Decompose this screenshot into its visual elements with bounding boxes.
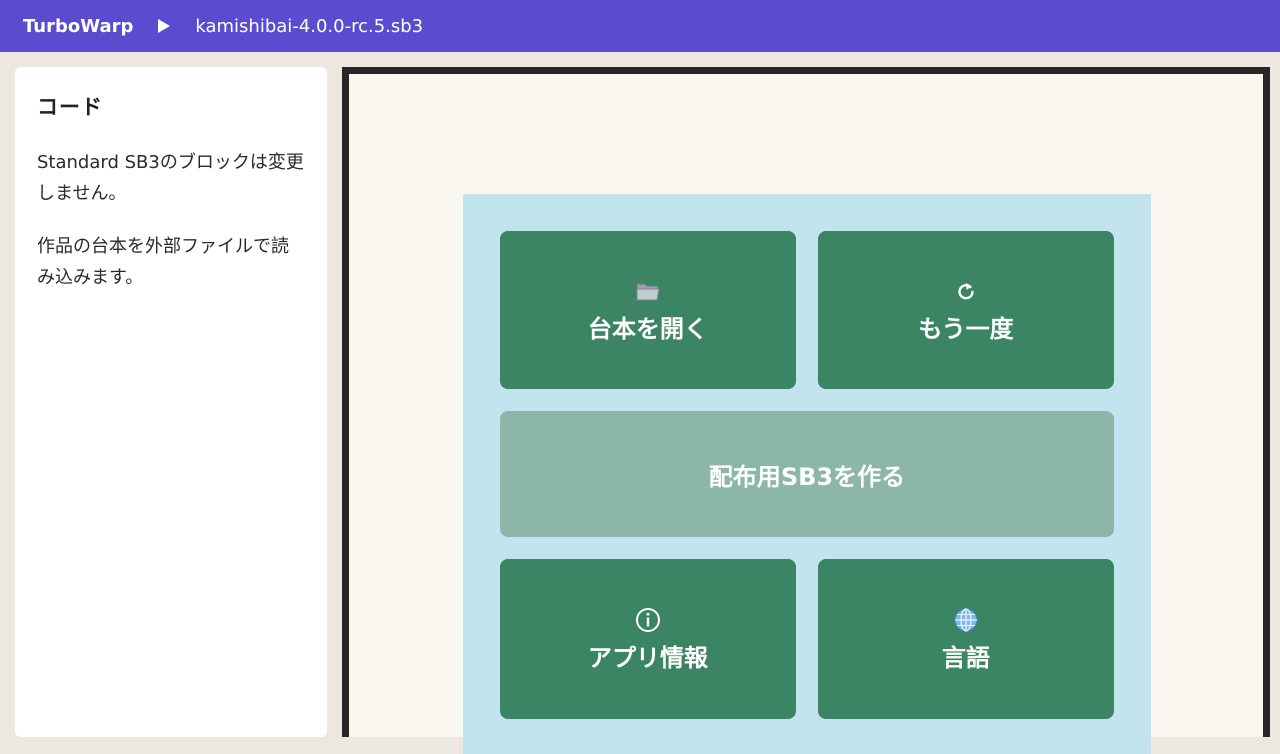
code-sidebar: コード Standard SB3のブロックは変更しません。 作品の台本を外部ファ… xyxy=(15,67,327,737)
retry-label: もう一度 xyxy=(918,314,1014,343)
open-script-button[interactable]: 台本を開く xyxy=(500,231,796,389)
sidebar-title: コード xyxy=(37,95,103,119)
open-script-label: 台本を開く xyxy=(588,314,708,343)
sidebar-paragraph-2: 作品の台本を外部ファイルで読み込みます。 xyxy=(37,236,289,288)
brand-title[interactable]: TurboWarp xyxy=(23,16,133,37)
project-filename: kamishibai-4.0.0-rc.5.sb3 xyxy=(195,15,424,37)
menu-panel: 台本を開く もう一度 配布用SB3を作る アプリ情報 言語 xyxy=(463,194,1151,754)
stage[interactable]: 台本を開く もう一度 配布用SB3を作る アプリ情報 言語 xyxy=(342,67,1270,754)
make-sb3-button[interactable]: 配布用SB3を作る xyxy=(500,411,1114,537)
refresh-icon xyxy=(955,277,977,305)
app-info-label: アプリ情報 xyxy=(588,643,708,672)
language-button[interactable]: 言語 xyxy=(818,559,1114,719)
info-icon xyxy=(635,606,661,634)
retry-button[interactable]: もう一度 xyxy=(818,231,1114,389)
make-sb3-label: 配布用SB3を作る xyxy=(708,462,906,491)
sidebar-paragraph-1: Standard SB3のブロックは変更しません。 xyxy=(37,152,304,204)
language-label: 言語 xyxy=(942,643,990,672)
globe-icon xyxy=(953,606,979,634)
top-bar: TurboWarp kamishibai-4.0.0-rc.5.sb3 xyxy=(0,0,1280,52)
app-info-button[interactable]: アプリ情報 xyxy=(500,559,796,719)
folder-icon xyxy=(636,277,660,305)
play-icon xyxy=(157,17,173,35)
